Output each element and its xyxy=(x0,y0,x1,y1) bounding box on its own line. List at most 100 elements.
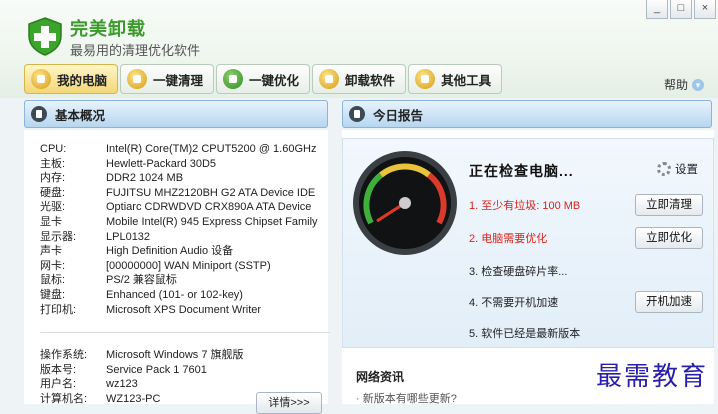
spec-row: 鼠标: PS/2 兼容鼠标 xyxy=(40,273,318,288)
help-label: 帮助 xyxy=(663,78,688,92)
spec-value: LPL0132 xyxy=(106,230,151,243)
scan-status: 正在检查电脑... xyxy=(469,163,574,179)
spec-row: 声卡 High Definition Audio 设备 xyxy=(40,244,318,259)
watermark: 最需教育 xyxy=(596,362,709,392)
spec-row: 计算机名: WZ123-PC xyxy=(40,392,244,407)
overview-panel: CPU: Intel(R) Core(TM)2 CPUT5200 @ 1.60GH… xyxy=(24,130,330,414)
spec-key: 版本号: xyxy=(40,363,77,376)
report-title: 今日报告 xyxy=(373,108,424,123)
hardware-list: CPU: Intel(R) Core(TM)2 CPUT5200 @ 1.60GH… xyxy=(40,142,318,317)
info-icon xyxy=(349,106,365,122)
spec-key: 主板: xyxy=(40,157,66,170)
tab-label: 一键清理 xyxy=(153,73,204,88)
tab-my-computer[interactable]: 我的电脑 xyxy=(24,64,119,94)
boot-speedup-button[interactable]: 开机加速 xyxy=(635,291,703,313)
spec-value: PS/2 兼容鼠标 xyxy=(106,274,177,287)
spec-key: 鼠标: xyxy=(40,274,66,287)
computer-icon xyxy=(31,69,51,89)
spec-row: 用户名: wz123 xyxy=(40,377,244,392)
spec-value: Microsoft Windows 7 旗舰版 xyxy=(106,349,244,361)
overview-title: 基本概况 xyxy=(55,108,106,123)
app-logo-icon xyxy=(28,17,62,56)
main-tabs: 我的电脑 一键清理 一键优化 卸载软件 其他工具 xyxy=(24,64,504,94)
settings-button[interactable]: 设置 xyxy=(657,161,698,177)
tab-uninstall[interactable]: 卸载软件 xyxy=(312,64,407,94)
spec-value: Optiarc CDRWDVD CRX890A ATA Device xyxy=(106,201,312,214)
maximize-button[interactable]: □ xyxy=(670,0,692,19)
spec-value: DDR2 1024 MB xyxy=(106,172,184,185)
spec-value: Microsoft XPS Document Writer xyxy=(106,303,262,316)
spec-value: Mobile Intel(R) 945 Express Chipset Fami… xyxy=(106,215,318,228)
overview-header: 基本概况 xyxy=(24,100,328,128)
spec-key: 显示器: xyxy=(40,230,77,243)
tab-label: 其他工具 xyxy=(441,73,492,88)
spec-value: wz123 xyxy=(106,378,138,391)
spec-value: Intel(R) Core(TM)2 CPUT5200 @ 1.60GHz xyxy=(106,143,317,155)
spec-value: FUJITSU MHZ2120BH G2 ATA Device IDE xyxy=(106,186,316,199)
spec-key: 操作系统: xyxy=(40,349,88,361)
report-item: 5. 软件已经是最新版本 xyxy=(469,328,581,340)
spec-row: 打印机: Microsoft XPS Document Writer xyxy=(40,303,318,318)
spec-value: Hewlett-Packard 30D5 xyxy=(106,157,217,170)
report-box: 正在检查电脑... 设置 1. 至少有垃圾: 100 MB 立即清理 2. 电脑… xyxy=(342,138,714,348)
spec-key: 声卡 xyxy=(40,245,62,258)
report-item: 3. 检查硬盘碎片率... xyxy=(469,266,568,278)
spec-value: High Definition Audio 设备 xyxy=(106,245,234,258)
spec-key: 显卡 xyxy=(40,215,62,228)
tab-label: 一键优化 xyxy=(249,73,300,88)
spec-key: 用户名: xyxy=(40,378,77,391)
report-header: 今日报告 xyxy=(342,100,712,128)
window-controls: _ □ × xyxy=(644,0,716,19)
clean-now-button[interactable]: 立即清理 xyxy=(635,194,703,216)
uninstall-icon xyxy=(319,69,340,89)
news-title: 网络资讯 xyxy=(356,370,405,384)
spec-value: Service Pack 1 7601 xyxy=(106,363,207,376)
spec-row: 操作系统: Microsoft Windows 7 旗舰版 xyxy=(40,348,244,363)
spec-row: CPU: Intel(R) Core(TM)2 CPUT5200 @ 1.60GH… xyxy=(40,142,318,157)
speed-gauge-icon xyxy=(353,151,457,255)
spec-value: Enhanced (101- or 102-key) xyxy=(106,288,243,301)
tab-label: 我的电脑 xyxy=(57,73,108,88)
optimize-icon xyxy=(223,69,244,89)
app-subtitle: 最易用的清理优化软件 xyxy=(70,43,201,58)
details-button[interactable]: 详情>>> xyxy=(256,392,322,414)
tab-one-click-clean[interactable]: 一键清理 xyxy=(120,64,215,94)
close-button[interactable]: × xyxy=(694,0,716,19)
tab-label: 卸载软件 xyxy=(345,73,396,88)
spec-key: 键盘: xyxy=(40,288,66,301)
spec-key: 网卡: xyxy=(40,259,66,272)
spec-row: 版本号: Service Pack 1 7601 xyxy=(40,363,244,378)
tab-one-click-optimize[interactable]: 一键优化 xyxy=(216,64,311,94)
tools-icon xyxy=(415,69,436,89)
report-item: 2. 电脑需要优化 xyxy=(469,233,548,245)
divider xyxy=(40,332,330,333)
report-item: 4. 不需要开机加速 xyxy=(469,297,559,309)
spec-row: 内存: DDR2 1024 MB xyxy=(40,171,318,186)
spec-value: WZ123-PC xyxy=(106,392,161,405)
spec-key: CPU: xyxy=(40,143,67,155)
spec-key: 计算机名: xyxy=(40,392,88,405)
spec-row: 显示器: LPL0132 xyxy=(40,230,318,245)
spec-row: 主板: Hewlett-Packard 30D5 xyxy=(40,157,318,172)
report-item: 1. 至少有垃圾: 100 MB xyxy=(469,200,581,212)
spec-value: [00000000] WAN Miniport (SSTP) xyxy=(106,259,271,272)
minimize-button[interactable]: _ xyxy=(646,0,668,19)
chevron-down-icon: ▾ xyxy=(692,78,704,91)
spec-row: 显卡 Mobile Intel(R) 945 Express Chipset Fa… xyxy=(40,215,318,230)
system-list: 操作系统: Microsoft Windows 7 旗舰版 版本号: Service… xyxy=(40,348,244,406)
spec-key: 打印机: xyxy=(40,303,77,316)
tab-other-tools[interactable]: 其他工具 xyxy=(408,64,503,94)
overview-icon xyxy=(31,106,47,122)
help-link[interactable]: 帮助 ▾ xyxy=(664,76,704,93)
clean-icon xyxy=(127,69,148,89)
gear-icon xyxy=(657,162,671,176)
spec-key: 硬盘: xyxy=(40,186,66,199)
app-title: 完美卸载 xyxy=(70,19,146,39)
spec-row: 硬盘: FUJITSU MHZ2120BH G2 ATA Device IDE xyxy=(40,186,318,201)
spec-row: 键盘: Enhanced (101- or 102-key) xyxy=(40,288,318,303)
settings-label: 设置 xyxy=(675,164,698,176)
optimize-now-button[interactable]: 立即优化 xyxy=(635,227,703,249)
spec-key: 光驱: xyxy=(40,201,66,214)
spec-key: 内存: xyxy=(40,172,66,185)
spec-row: 光驱: Optiarc CDRWDVD CRX890A ATA Device xyxy=(40,200,318,215)
